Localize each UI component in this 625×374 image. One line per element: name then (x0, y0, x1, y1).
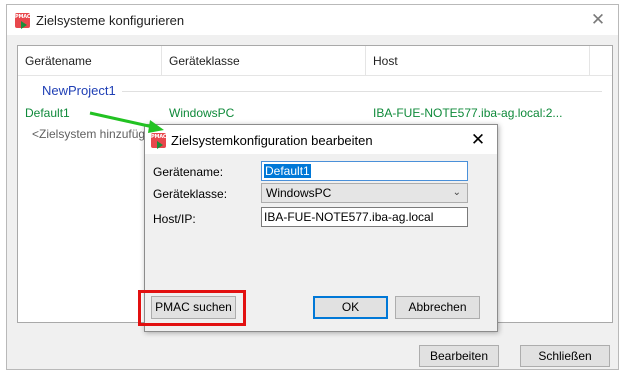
device-name-value: Default1 (264, 164, 311, 178)
row-host: IBA-FUE-NOTE577.iba-ag.local:2... (373, 106, 563, 120)
host-label: Host/IP: (153, 212, 196, 226)
pmac-app-icon: PMAC (15, 13, 31, 29)
device-class-label: Geräteklasse: (153, 187, 228, 201)
device-name-label: Gerätename: (153, 165, 224, 179)
close-icon[interactable]: ✕ (586, 8, 610, 32)
edit-button[interactable]: Bearbeiten (419, 345, 499, 367)
device-name-input[interactable]: Default1 (261, 161, 468, 181)
pmac-app-icon: PMAC (151, 133, 167, 149)
column-header-host[interactable]: Host (366, 46, 590, 76)
device-class-value: WindowsPC (266, 186, 332, 200)
list-header: Gerätename Geräteklasse Host (18, 46, 612, 76)
close-icon[interactable]: ✕ (467, 129, 489, 151)
app-icon-label: PMAC (151, 134, 167, 140)
cancel-button[interactable]: Abbrechen (395, 296, 480, 319)
device-class-select[interactable]: WindowsPC ⌄ (261, 183, 468, 203)
chevron-down-icon: ⌄ (452, 187, 461, 198)
dialog-title: Zielsystemkonfiguration bearbeiten (171, 133, 373, 148)
highlight-box (138, 290, 246, 326)
dialog-titlebar: PMAC Zielsystemkonfiguration bearbeiten … (145, 125, 497, 154)
ok-button[interactable]: OK (313, 296, 388, 319)
host-input[interactable]: IBA-FUE-NOTE577.iba-ag.local (261, 207, 468, 227)
column-header-device-class[interactable]: Geräteklasse (162, 46, 366, 76)
window-titlebar: PMAC Zielsysteme konfigurieren ✕ (7, 5, 618, 35)
app-icon-triangle (21, 21, 27, 29)
group-divider (122, 91, 602, 92)
row-device-name: Default1 (25, 106, 70, 120)
group-title[interactable]: NewProject1 (42, 83, 116, 98)
app-icon-triangle (157, 141, 163, 149)
close-button[interactable]: Schließen (520, 345, 610, 367)
row-device-class: WindowsPC (169, 106, 235, 120)
column-header-device-name[interactable]: Gerätename (18, 46, 162, 76)
window-title: Zielsysteme konfigurieren (36, 13, 185, 28)
app-icon-label: PMAC (15, 14, 31, 20)
